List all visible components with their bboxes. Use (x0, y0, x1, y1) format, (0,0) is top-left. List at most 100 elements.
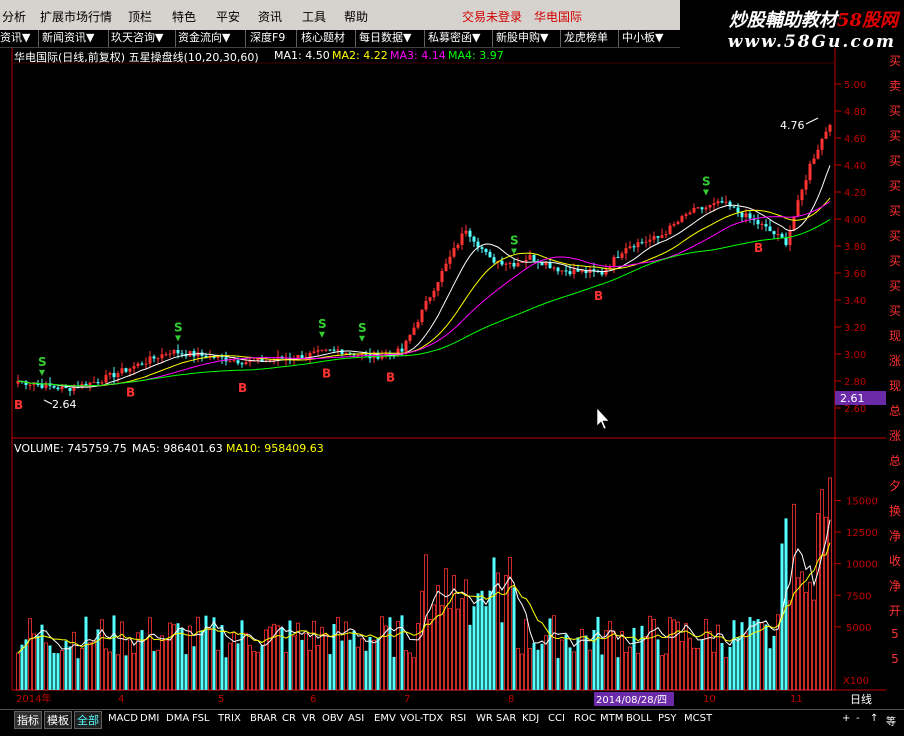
menu-help[interactable]: 帮助 (344, 8, 368, 25)
candle-up (528, 254, 532, 260)
ind-asi[interactable]: ASI (348, 713, 364, 724)
scroll-up-button[interactable]: ↑ (870, 713, 878, 724)
ind-emv[interactable]: EMV (374, 713, 396, 724)
candle-down (388, 353, 392, 355)
candle-down (84, 383, 88, 387)
zoom-in-button[interactable]: + (842, 713, 850, 724)
ind-vol-tdx[interactable]: VOL-TDX (400, 713, 443, 724)
volume-bar-up (360, 638, 364, 691)
candle-up (776, 233, 780, 235)
tab-indicator[interactable]: 指标 (14, 711, 42, 729)
volume-bar-down (56, 653, 60, 690)
ma3-value: MA3: 4.14 (390, 49, 446, 62)
nav-info[interactable]: 资讯▼ (0, 31, 30, 45)
zoom-out-button[interactable]: - (856, 713, 860, 724)
candle-up (160, 354, 164, 359)
price-tick-label: 4.40 (844, 161, 866, 172)
nav-core-topics[interactable]: 核心题材 (301, 31, 345, 45)
price-tick-label: 5.00 (844, 80, 866, 91)
x-label-year: 2014年 (16, 692, 51, 705)
ind-trix[interactable]: TRIX (218, 713, 241, 724)
volume-bars (16, 477, 832, 691)
candle-up (128, 368, 132, 372)
candle-up (416, 322, 420, 328)
ind-rsi[interactable]: RSI (450, 713, 466, 724)
menu-topbar[interactable]: 顶栏 (128, 8, 152, 25)
volume-bar-up (128, 639, 132, 691)
volume-bar-up (136, 632, 140, 691)
volume-bar-up (724, 657, 728, 691)
price-tick-label: 3.60 (844, 269, 866, 280)
tab-all[interactable]: 全部 (74, 711, 102, 729)
nav-jiutian[interactable]: 玖天咨询▼ (111, 31, 163, 45)
candle-up (680, 215, 684, 222)
nav-depth-f9[interactable]: 深度F9 (250, 31, 285, 45)
volume-bar-up (408, 652, 412, 691)
volume-bar-down (584, 635, 588, 690)
nav-daily-data[interactable]: 每日数据▼ (359, 31, 411, 45)
tab-template[interactable]: 模板 (44, 711, 72, 729)
ind-mcst[interactable]: MCST (684, 713, 712, 724)
price-axis: 5.00 4.80 4.60 4.40 4.20 4.00 3.80 3.60 3.40 3.20… (835, 80, 866, 415)
ind-kdj[interactable]: KDJ (522, 713, 539, 724)
volume-bar-down (480, 590, 484, 690)
volume-tick-label: 7500 (846, 591, 871, 602)
trade-login-status[interactable]: 交易未登录 (462, 8, 522, 25)
volume-bar-down (780, 543, 784, 690)
x-label-oct: 10 (703, 694, 716, 705)
ind-fsl[interactable]: FSL (192, 713, 210, 724)
candle-up (812, 158, 816, 164)
ind-boll[interactable]: BOLL (626, 713, 652, 724)
menu-pingan[interactable]: 平安 (216, 8, 240, 25)
ind-brar[interactable]: BRAR (250, 713, 277, 724)
menu-news[interactable]: 资讯 (258, 8, 282, 25)
menu-analysis[interactable]: 分析 (2, 8, 26, 25)
price-tick-label: 3.00 (844, 350, 866, 361)
volume-bar-up (208, 628, 212, 691)
ind-mtm[interactable]: MTM (600, 713, 623, 724)
volume-bar-down (300, 639, 304, 690)
menu-features[interactable]: 特色 (172, 8, 196, 25)
candle-down (472, 236, 476, 242)
ind-cr[interactable]: CR (282, 713, 296, 724)
quote-side-label: 买 (888, 229, 901, 243)
volume-bar-up (804, 592, 808, 691)
candle-up (652, 236, 656, 240)
volume-bar-up (196, 616, 200, 691)
nav-ipo[interactable]: 新股申购▼ (496, 31, 548, 45)
nav-private-letter[interactable]: 私募密函▼ (428, 31, 480, 45)
nav-dragon-tiger[interactable]: 龙虎榜单 (564, 31, 608, 45)
ind-obv[interactable]: OBV (322, 713, 343, 724)
candle-up (816, 149, 820, 159)
ind-dmi[interactable]: DMI (140, 713, 159, 724)
ind-macd[interactable]: MACD (108, 713, 138, 724)
nav-capital-flow[interactable]: 资金流向▼ (178, 31, 230, 45)
ind-wr[interactable]: WR (476, 713, 493, 724)
candle-up (448, 256, 452, 264)
ind-psy[interactable]: PSY (658, 713, 677, 724)
volume-bar-up (344, 621, 348, 691)
kline-chart[interactable]: 5.00 4.80 4.60 4.40 4.20 4.00 3.80 3.60 3.40 3.20… (0, 0, 904, 735)
ind-sar[interactable]: SAR (496, 713, 516, 724)
candle-up (264, 360, 268, 362)
nav-sme-board[interactable]: 中小板▼ (622, 31, 663, 45)
volume-bar-up (552, 615, 556, 691)
quote-side-label: 夕 (888, 479, 901, 493)
menu-extended-market[interactable]: 扩展市场行情 (40, 8, 112, 25)
candle-down (40, 384, 44, 388)
more-button[interactable]: 等 (886, 713, 896, 728)
candle-down (728, 201, 732, 207)
candle-up (688, 212, 692, 215)
ind-cci[interactable]: CCI (548, 713, 565, 724)
volume-bar-down (700, 639, 704, 690)
ind-dma[interactable]: DMA (166, 713, 189, 724)
stock-name-header: 华电国际 (534, 10, 583, 24)
ind-roc[interactable]: ROC (574, 713, 596, 724)
ind-vr[interactable]: VR (302, 713, 316, 724)
nav-news[interactable]: 新闻资讯▼ (42, 31, 94, 45)
candle-up (256, 358, 260, 361)
volume-bar-down (352, 630, 356, 690)
candle-up (460, 233, 464, 245)
candle-up (560, 270, 564, 272)
menu-tools[interactable]: 工具 (302, 8, 326, 25)
